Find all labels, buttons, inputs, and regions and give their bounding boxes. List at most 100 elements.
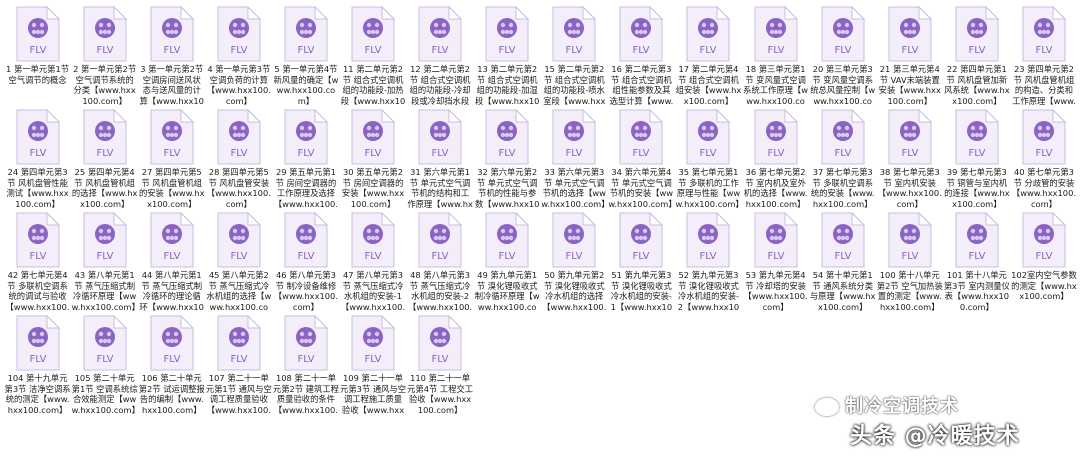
file-item[interactable]: FLV 44 第八单元第1节 蒸气压缩式制冷循环的理论循环【www.hxx100.… <box>138 210 205 313</box>
file-item[interactable]: FLV 51 第九单元第3节 溴化锂吸收式冷水机组的安装-1【www.hxx100… <box>608 210 675 313</box>
file-item[interactable]: FLV 50 第九单元第2节 溴化锂吸收式冷水机组的选择【www.hxx100.c… <box>541 210 608 313</box>
flv-file-icon: FLV <box>284 6 328 62</box>
file-item[interactable]: FLV 110 第二十一单元第4节 工程交工验收【www.hxx100.com】 <box>407 313 474 416</box>
file-item[interactable]: FLV 30 第五单元第2节 房间空调器的安装【www.hxx100.com】 <box>339 107 406 210</box>
file-item[interactable]: FLV 20 第三单元第3节 变风量空调系统总风量控制【www.hxx100.co… <box>809 4 876 107</box>
file-type-label: FLV <box>834 251 851 262</box>
file-item[interactable]: FLV 105 第二十单元第1节 空调系统综合效能测定【www.hxx100.co… <box>71 313 138 416</box>
file-item[interactable]: FLV 29 第五单元第1节 房间空调器的工作原理及选择【www.hxx100.c… <box>272 107 339 210</box>
file-item[interactable]: FLV 5 第一单元第4节 新风量的确定【www.hxx100.com】 <box>272 4 339 107</box>
file-item[interactable]: FLV 108 第二十一单元第2节 建筑工程质量验收的条件【www.hxx100.… <box>272 313 339 416</box>
file-type-label: FLV <box>230 354 247 365</box>
file-item[interactable]: FLV 107 第二十一单元第1节 通风与空调工程质量验收【www.hxx100.… <box>205 313 272 416</box>
file-item[interactable]: FLV 100 第十八单元第2节 空气加热装置的测定【www.hxx100.com… <box>876 210 943 313</box>
file-name: 5 第一单元第4节 新风量的确定【www.hxx100.com】 <box>273 64 339 106</box>
flv-file-icon: FLV <box>686 6 731 62</box>
file-item[interactable]: FLV 35 第七单元第1节 多联机的工作原理与性能【www.hxx100.com… <box>675 107 742 210</box>
file-name: 38 第七单元第3节 室内机安装【www.hxx100.com】 <box>877 167 942 209</box>
file-type-label: FLV <box>96 45 113 56</box>
file-item[interactable]: FLV 28 第四单元第5节 风机盘管安装【www.hxx100.com】 <box>205 107 272 210</box>
file-item[interactable]: FLV 106 第二十单元第2节 试运调整报告的编制【www.hxx100.com… <box>138 313 205 416</box>
file-name: 104 第十九单元第3节 洁净空调系统的测定【www.hxx100.com】 <box>4 373 71 415</box>
file-type-label: FLV <box>297 45 314 56</box>
file-type-label: FLV <box>633 148 650 159</box>
flv-file-icon: FLV <box>351 6 396 62</box>
file-item[interactable]: FLV 13 第二单元第2节 组合式空调机组的功能段-加湿段【www.hxx100… <box>474 4 541 107</box>
file-item[interactable]: FLV 25 第四单元第4节 风机盘管机组的选择【www.hxx100.com】 <box>71 107 138 210</box>
file-item[interactable]: FLV 39 第七单元第3节 铜管与室内机的连接【www.hxx100.com】 <box>943 107 1010 210</box>
file-item[interactable]: FLV 4 第一单元第3节 空调负荷的计算【www.hxx100.com】 <box>205 4 272 107</box>
file-name: 33 第六单元第3节 单元式空气调节机的选择【www.hxx100.com】 <box>541 167 608 209</box>
file-name: 16 第二单元第3节 组合式空调机组性能参数及其选型计算【www.hxx100.… <box>609 64 674 106</box>
file-type-label: FLV <box>364 354 381 365</box>
file-item[interactable]: FLV 101 第十八单元第3节 室内测量仪表【www.hxx100.com】 <box>943 210 1010 313</box>
file-item[interactable]: FLV 52 第九单元第3节 溴化锂吸收式冷水机组的安装-2【www.hxx100… <box>675 210 742 313</box>
flv-file-icon: FLV <box>217 212 261 268</box>
file-item[interactable]: FLV 23 第四单元第2节 风机盘管机组的构造、分类和工作原理【www.hxx1… <box>1010 4 1077 107</box>
file-name: 32 第六单元第2节 单元式空气调节机的性能与参数【www.hxx100.com… <box>474 167 540 209</box>
file-item[interactable]: FLV 18 第三单元第1节 变风量式空调系统工作原理【www.hxx100.co… <box>742 4 809 107</box>
file-name: 105 第二十单元第1节 空调系统综合效能测定【www.hxx100.com】 <box>71 373 138 415</box>
file-name: 11 第二单元第2节 组合式空调机组的功能段-加热段【www.hxx100.co… <box>340 64 406 106</box>
file-type-label: FLV <box>901 251 918 262</box>
file-type-label: FLV <box>163 251 180 262</box>
file-item[interactable]: FLV 42 第七单元第4节 多联机空调系统的调试与验收【www.hxx100.c… <box>4 210 71 313</box>
file-item[interactable]: FLV 11 第二单元第2节 组合式空调机组的功能段-加热段【www.hxx100… <box>339 4 406 107</box>
file-item[interactable]: FLV 37 第七单元第3节 多联机空调系统的安装【www.hxx100.com】 <box>809 107 876 210</box>
flv-file-icon: FLV <box>552 109 597 165</box>
file-name: 15 第二单元第2节 组合式空调机组的功能段-喷水室段【www.hxx100.c… <box>543 64 606 106</box>
file-item[interactable]: FLV 49 第九单元第1节 溴化锂吸收式制冷循环原理【www.hxx100.co… <box>474 210 541 313</box>
file-item[interactable]: FLV 2 第一单元第2节 空气调节系统的分类【www.hxx100.com】 <box>71 4 138 107</box>
file-item[interactable]: FLV 34 第六单元第4节 单元式空气调节机的安装【www.hxx100.com… <box>608 107 675 210</box>
flv-file-icon: FLV <box>16 315 60 371</box>
flv-file-icon: FLV <box>418 315 463 371</box>
file-item[interactable]: FLV 38 第七单元第3节 室内机安装【www.hxx100.com】 <box>876 107 943 210</box>
file-type-label: FLV <box>163 148 180 159</box>
file-item[interactable]: FLV 104 第十九单元第3节 洁净空调系统的测定【www.hxx100.com… <box>4 313 71 416</box>
file-item[interactable]: FLV 43 第八单元第1节 蒸气压缩式制冷循环原理【www.hxx100.com… <box>71 210 138 313</box>
file-name: 49 第九单元第1节 溴化锂吸收式制冷循环原理【www.hxx100.com】 <box>474 270 540 312</box>
file-item[interactable]: FLV 17 第二单元第4节 组合式空调机组安装【www.hxx100.com】 <box>675 4 742 107</box>
file-type-label: FLV <box>96 354 113 365</box>
file-name: 47 第八单元第3节 蒸气压缩式冷水机组的安装-1【www.hxx100.com… <box>340 270 406 312</box>
file-item[interactable]: FLV 33 第六单元第3节 单元式空气调节机的选择【www.hxx100.com… <box>541 107 608 210</box>
flv-file-icon: FLV <box>284 315 328 371</box>
file-item[interactable]: FLV 12 第二单元第2节 组合式空调机组的功能段-冷却段或冷却挡水段【www.… <box>407 4 474 107</box>
file-item[interactable]: FLV 1 第一单元第1节 空气调节的概念 <box>4 4 71 107</box>
file-name: 12 第二单元第2节 组合式空调机组的功能段-冷却段或冷却挡水段【www.hxx… <box>408 64 472 106</box>
file-type-label: FLV <box>297 251 314 262</box>
file-item[interactable]: FLV 46 第八单元第3节 制冷设备维修【www.hxx100.com】 <box>272 210 339 313</box>
flv-file-icon: FLV <box>83 315 127 371</box>
flv-file-icon: FLV <box>552 212 597 268</box>
file-type-label: FLV <box>633 251 650 262</box>
file-item[interactable]: FLV 27 第四单元第5节 风机盘管机组的安装【www.hxx100.com】 <box>138 107 205 210</box>
wechat-account-text: 制冷空调技术 <box>845 396 959 417</box>
flv-file-icon: FLV <box>485 212 530 268</box>
file-item[interactable]: FLV 36 第七单元第2节 室内机及室外机的选择【www.hxx100.com】 <box>742 107 809 210</box>
file-item[interactable]: FLV 48 第八单元第3节 蒸气压缩式冷水机组的安装-2【www.hxx100.… <box>407 210 474 313</box>
flv-file-icon: FLV <box>351 109 396 165</box>
file-item[interactable]: FLV 32 第六单元第2节 单元式空气调节机的性能与参数【www.hxx100.… <box>474 107 541 210</box>
file-name: 25 第四单元第4节 风机盘管机组的选择【www.hxx100.com】 <box>71 167 138 209</box>
file-item[interactable]: FLV 109 第二十一单元第3节 通风与空调工程施工质量验收【www.hxx10… <box>339 313 406 416</box>
file-item[interactable]: FLV 21 第三单元第4节 VAV末端装置安装【www.hxx100.com】 <box>876 4 943 107</box>
file-type-label: FLV <box>432 148 449 159</box>
flv-file-icon: FLV <box>418 6 463 62</box>
file-item[interactable]: FLV 31 第六单元第1节 单元式空气调节机的结构和工作原理【www.hxx10… <box>407 107 474 210</box>
file-item[interactable]: FLV 53 第九单元第4节 冷却塔的安装【www.hxx100.com】 <box>742 210 809 313</box>
file-item[interactable]: FLV 16 第二单元第3节 组合式空调机组性能参数及其选型计算【www.hxx1… <box>608 4 675 107</box>
file-item[interactable]: FLV 47 第八单元第3节 蒸气压缩式冷水机组的安装-1【www.hxx100.… <box>339 210 406 313</box>
file-item[interactable]: FLV 54 第十单元第1节 通风系统分类与原理【www.hxx100.com】 <box>809 210 876 313</box>
file-item[interactable]: FLV 24 第四单元第3节 风机盘管性能测试【www.hxx100.com】 <box>4 107 71 210</box>
file-item[interactable]: FLV 40 第七单元第3节 分歧管的安装【www.hxx100.com】 <box>1010 107 1077 210</box>
flv-file-icon: FLV <box>16 6 60 62</box>
file-item[interactable]: FLV 3 第一单元第2节 空调房间送风状态与送风量的计算【www.hxx100.… <box>138 4 205 107</box>
flv-file-icon: FLV <box>284 212 328 268</box>
file-item[interactable]: FLV 22 第四单元第1节 风机盘管加新风系统【www.hxx100.com】 <box>943 4 1010 107</box>
file-item[interactable]: FLV 15 第二单元第2节 组合式空调机组的功能段-喷水室段【www.hxx10… <box>541 4 608 107</box>
file-item[interactable]: FLV 45 第八单元第2节 蒸气压缩式冷水机组的选择【www.hxx100.co… <box>205 210 272 313</box>
file-name: 100 第十八单元第2节 空气加热装置的测定【www.hxx100.com】 <box>876 270 943 312</box>
file-name: 22 第四单元第1节 风机盘管加新风系统【www.hxx100.com】 <box>944 64 1010 106</box>
file-item[interactable]: FLV 102室内空气参数的测定【www.hxx100.com】 <box>1010 210 1077 313</box>
flv-file-icon: FLV <box>485 109 530 165</box>
